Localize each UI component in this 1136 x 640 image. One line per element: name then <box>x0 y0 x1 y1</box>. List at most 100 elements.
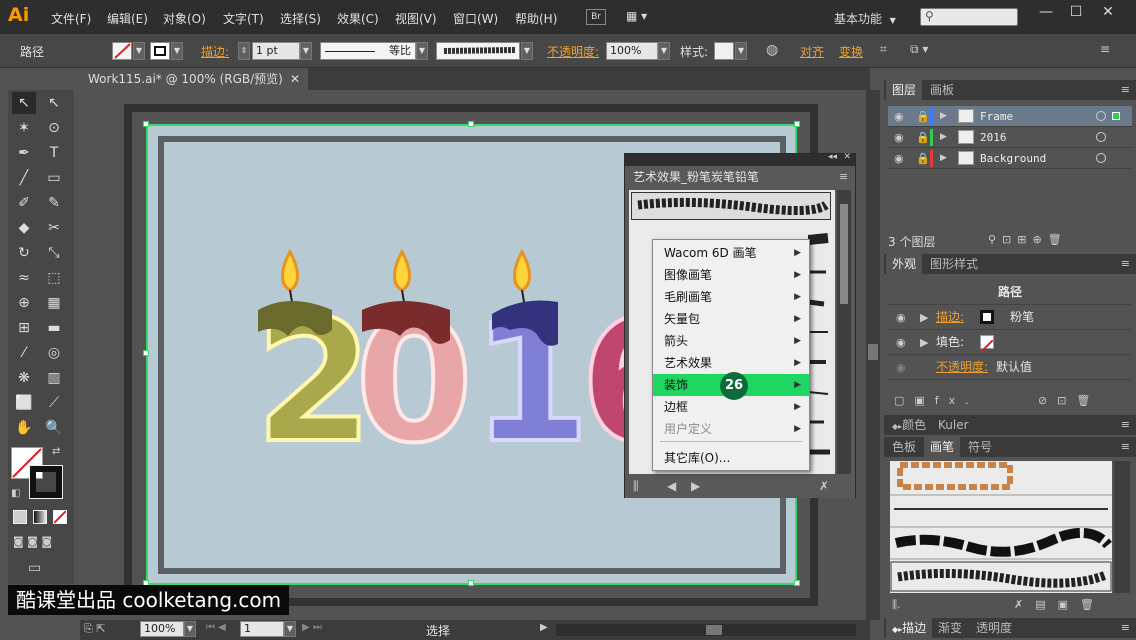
brush-library-menu-icon[interactable]: ⫼. <box>892 598 901 612</box>
arrange-icon[interactable]: ⧉ ▾ <box>910 42 928 57</box>
panel-menu-icon[interactable]: ≡ <box>1121 83 1130 96</box>
menu-object[interactable]: 对象(O) <box>163 10 206 27</box>
tab-brushes[interactable]: 画笔 <box>924 437 961 457</box>
panel-titlebar[interactable]: ◂◂ ✕ <box>625 152 855 166</box>
expand-arrow-icon[interactable]: ▶ <box>940 127 947 148</box>
fill-swatch[interactable] <box>112 42 132 60</box>
flyout-item[interactable]: 图像画笔 ▶ <box>653 264 809 286</box>
panel-menu-icon[interactable]: ≡ <box>1121 418 1130 431</box>
column-graph-tool-icon[interactable]: ▥ <box>42 367 66 389</box>
lock-icon[interactable]: 🔒 <box>916 148 930 169</box>
gradient-mode-icon[interactable] <box>33 510 47 524</box>
eye-icon[interactable]: ◉ <box>896 305 906 330</box>
isolate-icon[interactable]: ⌗ <box>880 42 887 57</box>
warp-tool-icon[interactable]: ≈ <box>12 267 36 289</box>
symbol-sprayer-tool-icon[interactable]: ❋ <box>12 367 36 389</box>
scale-tool-icon[interactable]: ⤡ <box>42 242 66 264</box>
lock-icon[interactable]: 🔒 <box>916 127 930 148</box>
opacity-dropdown[interactable]: ▼ <box>658 42 670 60</box>
menu-select[interactable]: 选择(S) <box>280 10 321 27</box>
artboard-tool-icon[interactable]: ⬜ <box>12 392 36 414</box>
stroke-link[interactable]: 描边: <box>201 43 229 60</box>
pencil-tool-icon[interactable]: ✎ <box>42 192 66 214</box>
swap-colors-icon[interactable]: ⇄ <box>52 446 60 457</box>
bridge-button[interactable]: Br <box>586 9 606 25</box>
layer-row[interactable]: ◉ 🔒 ▶ Frame <box>888 106 1132 127</box>
brush-library-tab[interactable]: 艺术效果_粉笔炭笔铅笔 <box>627 167 766 187</box>
collapse-icon[interactable]: ◂◂ <box>828 152 837 162</box>
brushes-actions-icons[interactable]: ✗▤▣🗑 <box>1014 598 1106 611</box>
panel-menu-icon[interactable]: ≡ <box>1121 257 1130 270</box>
disconnect-icon[interactable]: ✗ <box>819 479 829 493</box>
direct-selection-tool-icon[interactable]: ↖ <box>42 92 66 114</box>
perspective-grid-tool-icon[interactable]: ▦ <box>42 292 66 314</box>
tab-transparency[interactable]: 透明度 <box>970 618 1018 638</box>
stroke-weight-dropdown[interactable]: ▼ <box>300 42 312 60</box>
target-icon[interactable] <box>1096 153 1106 163</box>
transform-link[interactable]: 变换 <box>839 43 863 60</box>
tab-appearance[interactable]: 外观 <box>886 254 923 274</box>
gradient-tool-icon[interactable]: ▬ <box>42 317 66 339</box>
appearance-actions-icons[interactable]: ▢▣fx. <box>894 394 979 407</box>
flyout-item[interactable]: 矢量包 ▶ <box>653 308 809 330</box>
eye-icon[interactable]: ◉ <box>894 106 904 127</box>
blob-brush-tool-icon[interactable]: ◆ <box>12 217 36 239</box>
tab-kuler[interactable]: Kuler <box>932 415 975 435</box>
brushes-scrollbar[interactable] <box>1114 461 1130 593</box>
magic-wand-tool-icon[interactable]: ✶ <box>12 117 36 139</box>
tab-color[interactable]: ◆▸颜色 <box>886 415 932 435</box>
lasso-tool-icon[interactable]: ⊙ <box>42 117 66 139</box>
layer-row[interactable]: ◉ 🔒 ▶ 2016 <box>888 127 1132 148</box>
expand-arrow-icon[interactable]: ▶ <box>920 330 928 355</box>
zoom-tool-icon[interactable]: 🔍 <box>42 417 66 439</box>
maximize-button[interactable]: ☐ <box>1066 4 1086 24</box>
document-tab[interactable]: Work115.ai* @ 100% (RGB/预览) ✕ <box>80 68 308 90</box>
menu-edit[interactable]: 编辑(E) <box>107 10 148 27</box>
panel-menu-icon[interactable]: ≡ <box>1121 440 1130 453</box>
brush-definition[interactable] <box>436 42 520 60</box>
menu-window[interactable]: 窗口(W) <box>453 10 498 27</box>
eye-icon[interactable]: ◉ <box>896 355 906 380</box>
flyout-item[interactable]: 艺术效果 ▶ <box>653 352 809 374</box>
status-menu-icon[interactable]: ▶ <box>540 622 548 633</box>
brushes-list[interactable] <box>890 461 1112 593</box>
stroke-color-chip[interactable] <box>980 310 994 324</box>
selection-handle[interactable] <box>468 580 474 586</box>
selection-tool-icon[interactable]: ↖ <box>12 92 36 114</box>
blend-tool-icon[interactable]: ◎ <box>42 342 66 364</box>
eye-icon[interactable]: ◉ <box>894 148 904 169</box>
close-icon[interactable]: ✕ <box>843 152 851 162</box>
library-menu-icon[interactable]: ⫼ <box>633 479 639 494</box>
opacity-field[interactable]: 100% <box>606 42 658 60</box>
menu-help[interactable]: 帮助(H) <box>515 10 557 27</box>
eye-icon[interactable]: ◉ <box>894 127 904 148</box>
zoom-dropdown[interactable]: ▼ <box>184 621 196 637</box>
selection-handle[interactable] <box>468 121 474 127</box>
panel-menu-icon[interactable]: ≡ <box>839 170 848 183</box>
pen-tool-icon[interactable]: ✒ <box>12 142 36 164</box>
brush-list-scrollbar[interactable] <box>837 190 851 474</box>
color-mode-icon[interactable] <box>13 510 27 524</box>
selection-handle[interactable] <box>794 580 800 586</box>
mesh-tool-icon[interactable]: ⊞ <box>12 317 36 339</box>
line-tool-icon[interactable]: ╱ <box>12 167 36 189</box>
type-tool-icon[interactable]: T <box>42 142 66 164</box>
expand-arrow-icon[interactable]: ▶ <box>940 106 947 127</box>
stroke-swatch[interactable] <box>150 42 170 60</box>
free-transform-tool-icon[interactable]: ⬚ <box>42 267 66 289</box>
tab-stroke[interactable]: ◆▸描边 <box>886 618 933 638</box>
workspace-switcher[interactable]: 基本功能 ▼ <box>834 10 896 27</box>
eye-icon[interactable]: ◉ <box>896 330 906 355</box>
opacity-link[interactable]: 不透明度: <box>547 43 599 60</box>
tab-gradient[interactable]: 渐变 <box>932 618 968 638</box>
tab-graphic-styles[interactable]: 图形样式 <box>924 254 984 274</box>
fill-dropdown[interactable]: ▼ <box>133 42 145 60</box>
paintbrush-tool-icon[interactable]: ✐ <box>12 192 36 214</box>
panel-menu-icon[interactable]: ≡ <box>1121 621 1130 634</box>
previous-library-icon[interactable]: ◀ <box>667 479 676 493</box>
appearance-delete-icons[interactable]: ⊘⊡🗑 <box>1038 394 1100 407</box>
status-icons[interactable]: ⎘ ⇱ <box>84 622 106 636</box>
vertical-scrollbar[interactable] <box>866 90 880 620</box>
layer-row[interactable]: ◉ 🔒 ▶ Background <box>888 148 1132 169</box>
opacity-link[interactable]: 不透明度: <box>936 355 988 380</box>
